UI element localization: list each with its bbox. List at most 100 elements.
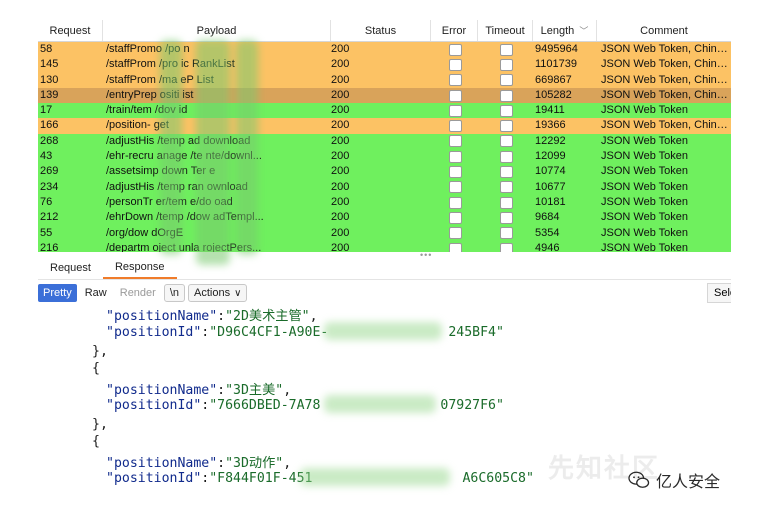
table-row[interactable]: 130/staffProm /ma eP List200669867JSON W…	[38, 72, 731, 88]
cell-request: 269	[40, 165, 59, 178]
cell-timeout	[478, 103, 533, 118]
error-checkbox[interactable]	[449, 104, 462, 117]
timeout-checkbox[interactable]	[500, 104, 513, 117]
column-header-length[interactable]: Length ﹀	[533, 20, 597, 41]
cell-length: 4946	[535, 241, 560, 252]
cell-length: 19366	[535, 119, 566, 132]
cell-request: 145	[40, 58, 59, 71]
cell-error	[431, 241, 478, 252]
search-select[interactable]: Sele	[707, 283, 731, 303]
error-checkbox[interactable]	[449, 135, 462, 148]
table-row[interactable]: 269/assetsimp down Ter e20010774JSON Web…	[38, 164, 731, 180]
error-checkbox[interactable]	[449, 166, 462, 179]
timeout-checkbox[interactable]	[500, 150, 513, 163]
cell-timeout	[478, 180, 533, 195]
raw-button[interactable]: Raw	[80, 284, 112, 302]
error-checkbox[interactable]	[449, 150, 462, 163]
cell-comment: JSON Web Token	[601, 226, 689, 239]
timeout-checkbox[interactable]	[500, 74, 513, 87]
timeout-checkbox[interactable]	[500, 227, 513, 240]
cell-status: 200	[331, 73, 350, 86]
timeout-checkbox[interactable]	[500, 135, 513, 148]
cell-length: 5354	[535, 226, 560, 239]
error-checkbox[interactable]	[449, 196, 462, 209]
timeout-checkbox[interactable]	[500, 89, 513, 102]
pretty-button[interactable]: Pretty	[38, 284, 77, 302]
column-header-error[interactable]: Error	[431, 20, 478, 41]
table-row[interactable]: 139/entryPrep ositi ist 200 105282 JSON Web…	[38, 87, 731, 104]
render-button[interactable]: Render	[115, 284, 161, 302]
timeout-checkbox[interactable]	[500, 196, 513, 209]
table-row[interactable]: 17/train/tem /dov id 200 19411 JSON Web Tok…	[38, 103, 731, 119]
cell-comment: JSON Web Token, Chinese Ban...	[601, 43, 731, 55]
redaction-mask	[324, 322, 442, 340]
table-row[interactable]: 76/personTr er/tem e/do oad20010181JSON …	[38, 194, 731, 211]
cell-timeout	[478, 73, 533, 88]
redaction-mask	[236, 40, 258, 255]
timeout-checkbox[interactable]	[500, 166, 513, 179]
sort-descending-icon: ﹀	[579, 26, 589, 36]
column-header-status[interactable]: Status	[331, 20, 431, 41]
cell-status: 200	[331, 58, 350, 71]
cell-length: 105282	[535, 88, 572, 101]
cell-comment: JSON Web Token	[601, 150, 689, 163]
table-row[interactable]: 55/org/dow dOrgE 200 5354 JSON Web Token	[38, 225, 731, 241]
error-checkbox[interactable]	[449, 89, 462, 102]
cell-request: 43	[40, 150, 53, 163]
column-header-payload[interactable]: Payload	[103, 20, 331, 41]
table-row[interactable]: 234/adjustHis /temp ran ownload20010677J…	[38, 179, 731, 195]
timeout-checkbox[interactable]	[500, 242, 513, 252]
cell-status: 200	[331, 165, 350, 178]
cell-timeout	[478, 195, 533, 210]
code-line: {	[92, 434, 100, 449]
watermark-brand: 亿人安全	[628, 468, 720, 492]
column-header-timeout[interactable]: Timeout	[478, 20, 533, 41]
newline-toggle-button[interactable]: \n	[163, 284, 186, 302]
error-checkbox[interactable]	[449, 43, 462, 56]
cell-timeout	[478, 241, 533, 252]
tab-response[interactable]: Response	[102, 256, 177, 279]
code-line: "positionName":"3D动作",	[106, 456, 292, 471]
timeout-checkbox[interactable]	[500, 58, 513, 71]
cell-comment: JSON Web Token, Chinese Ban...	[601, 88, 731, 101]
error-checkbox[interactable]	[449, 58, 462, 71]
table-row[interactable]: 43/ehr-recru anage /te nte/downl... 200 12…	[38, 149, 731, 165]
cell-error	[431, 57, 478, 72]
cell-length: 669867	[535, 73, 572, 86]
cell-error	[431, 134, 478, 149]
error-checkbox[interactable]	[449, 181, 462, 194]
message-tabs: Request Response	[38, 256, 731, 280]
table-row[interactable]: 268/adjustHis /temp ad download20012292J…	[38, 133, 731, 150]
table-body: 58/staffPromo /po n 200 9495964 JSON Web To…	[38, 42, 731, 252]
cell-length: 9495964	[535, 43, 578, 55]
column-header-comment[interactable]: Comment	[597, 20, 731, 41]
table-row[interactable]: 212/ehrDown /temp /dow adTempl... 200 9684…	[38, 210, 731, 226]
error-checkbox[interactable]	[449, 242, 462, 252]
error-checkbox[interactable]	[449, 227, 462, 240]
cell-status: 200	[331, 180, 350, 193]
error-checkbox[interactable]	[449, 120, 462, 133]
timeout-checkbox[interactable]	[500, 120, 513, 133]
response-toolbar: Pretty Raw Render \n Actions ∨ Sele	[38, 283, 731, 303]
cell-length: 12292	[535, 134, 566, 147]
error-checkbox[interactable]	[449, 211, 462, 224]
cell-request: 76	[40, 195, 53, 208]
code-line: "positionName":"3D主美",	[106, 383, 292, 398]
cell-request: 212	[40, 211, 59, 224]
tab-request[interactable]: Request	[38, 256, 103, 279]
timeout-checkbox[interactable]	[500, 211, 513, 224]
table-row[interactable]: 216/departm oject unla rojectPers... 200 4…	[38, 240, 731, 252]
cell-timeout	[478, 149, 533, 164]
actions-button[interactable]: Actions ∨	[188, 284, 248, 302]
cell-error	[431, 73, 478, 88]
error-checkbox[interactable]	[449, 74, 462, 87]
redaction-mask	[324, 395, 436, 413]
timeout-checkbox[interactable]	[500, 181, 513, 194]
table-row[interactable]: 145/staffProm /pro ic RankList2001101739…	[38, 57, 731, 73]
table-row[interactable]: 58/staffPromo /po n 200 9495964 JSON Web To…	[38, 42, 731, 58]
column-header-request[interactable]: Request	[38, 20, 103, 41]
timeout-checkbox[interactable]	[500, 43, 513, 56]
table-row[interactable]: 166/position- get 200 19366 JSON Web Token,…	[38, 118, 731, 134]
cell-error	[431, 103, 478, 118]
cell-timeout	[478, 134, 533, 149]
